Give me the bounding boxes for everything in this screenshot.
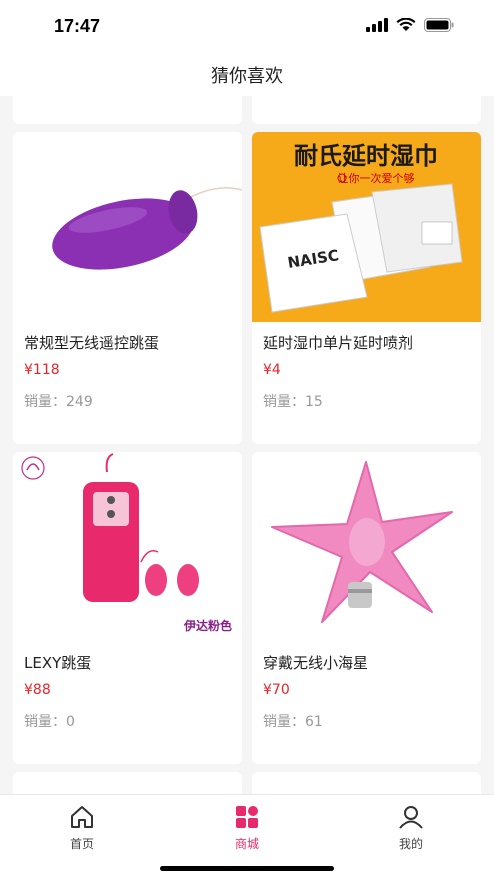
product-card[interactable]: 耐氏延时湿巾 让你一次爱个够 NAISC 延时湿巾单片延时喷剂 ¥4 销量：15 <box>252 132 481 444</box>
sales-label: 销量： <box>24 394 66 410</box>
image-corner-text: 伊达粉色 <box>183 618 232 633</box>
status-icons <box>366 18 454 32</box>
home-indicator <box>160 866 334 871</box>
product-name: LEXY跳蛋 <box>24 654 92 672</box>
signal-icon <box>366 18 388 32</box>
product-sales: 销量：249 <box>24 391 93 411</box>
status-time: 17:47 <box>54 16 101 36</box>
product-image: 耐氏延时湿巾 让你一次爱个够 NAISC <box>252 132 481 322</box>
product-name: 常规型无线遥控跳蛋 <box>24 334 160 352</box>
product-card[interactable]: 穿戴无线小海星 ¥70 销量：61 <box>252 452 481 764</box>
image-tagline: 让你一次爱个够 <box>338 171 415 185</box>
product-card-partial[interactable] <box>252 772 481 794</box>
product-card[interactable]: 常规型无线遥控跳蛋 ¥118 销量：249 <box>13 132 242 444</box>
wifi-icon <box>396 18 416 31</box>
page-title: 猜你喜欢 <box>211 66 283 87</box>
sales-label: 销量： <box>263 394 305 410</box>
battery-icon <box>424 18 454 32</box>
sales-label: 销量： <box>24 714 66 730</box>
product-sales: 销量：0 <box>24 711 75 731</box>
home-icon <box>71 806 93 828</box>
product-image <box>252 452 481 642</box>
status-bar: 17:47 <box>0 0 494 54</box>
product-image <box>13 132 242 322</box>
tab-label: 我的 <box>398 837 423 851</box>
image-headline: 耐氏延时湿巾 <box>294 142 438 170</box>
tab-label: 商城 <box>234 837 259 851</box>
product-card-partial[interactable] <box>252 96 481 124</box>
sales-count: 61 <box>305 714 323 730</box>
sales-label: 销量： <box>263 714 305 730</box>
nav-bar: 猜你喜欢 <box>0 54 494 96</box>
product-price: ¥4 <box>263 362 281 378</box>
tab-mall[interactable]: 商城 <box>207 805 287 852</box>
product-price: ¥88 <box>24 682 51 698</box>
product-price: ¥70 <box>263 682 290 698</box>
product-sales: 销量：61 <box>263 711 323 731</box>
product-sales: 销量：15 <box>263 391 323 411</box>
tab-label: 首页 <box>69 837 94 851</box>
product-name: 穿戴无线小海星 <box>263 654 369 672</box>
mall-grid-icon <box>236 806 258 828</box>
user-icon <box>399 806 423 829</box>
product-name: 延时湿巾单片延时喷剂 <box>263 334 414 352</box>
tab-mine[interactable]: 我的 <box>371 805 451 852</box>
tab-home[interactable]: 首页 <box>42 805 122 852</box>
product-price: ¥118 <box>24 362 60 378</box>
product-card-partial[interactable] <box>13 96 242 124</box>
product-image: 伊达粉色 <box>13 452 242 642</box>
product-card[interactable]: 伊达粉色 LEXY跳蛋 ¥88 销量：0 <box>13 452 242 764</box>
product-grid[interactable]: 常规型无线遥控跳蛋 ¥118 销量：249 耐氏延时湿巾 让你一次爱个够 NAI… <box>0 96 494 794</box>
sales-count: 0 <box>66 714 75 730</box>
product-card-partial[interactable] <box>13 772 242 794</box>
sales-count: 15 <box>305 394 323 410</box>
sales-count: 249 <box>66 394 93 410</box>
